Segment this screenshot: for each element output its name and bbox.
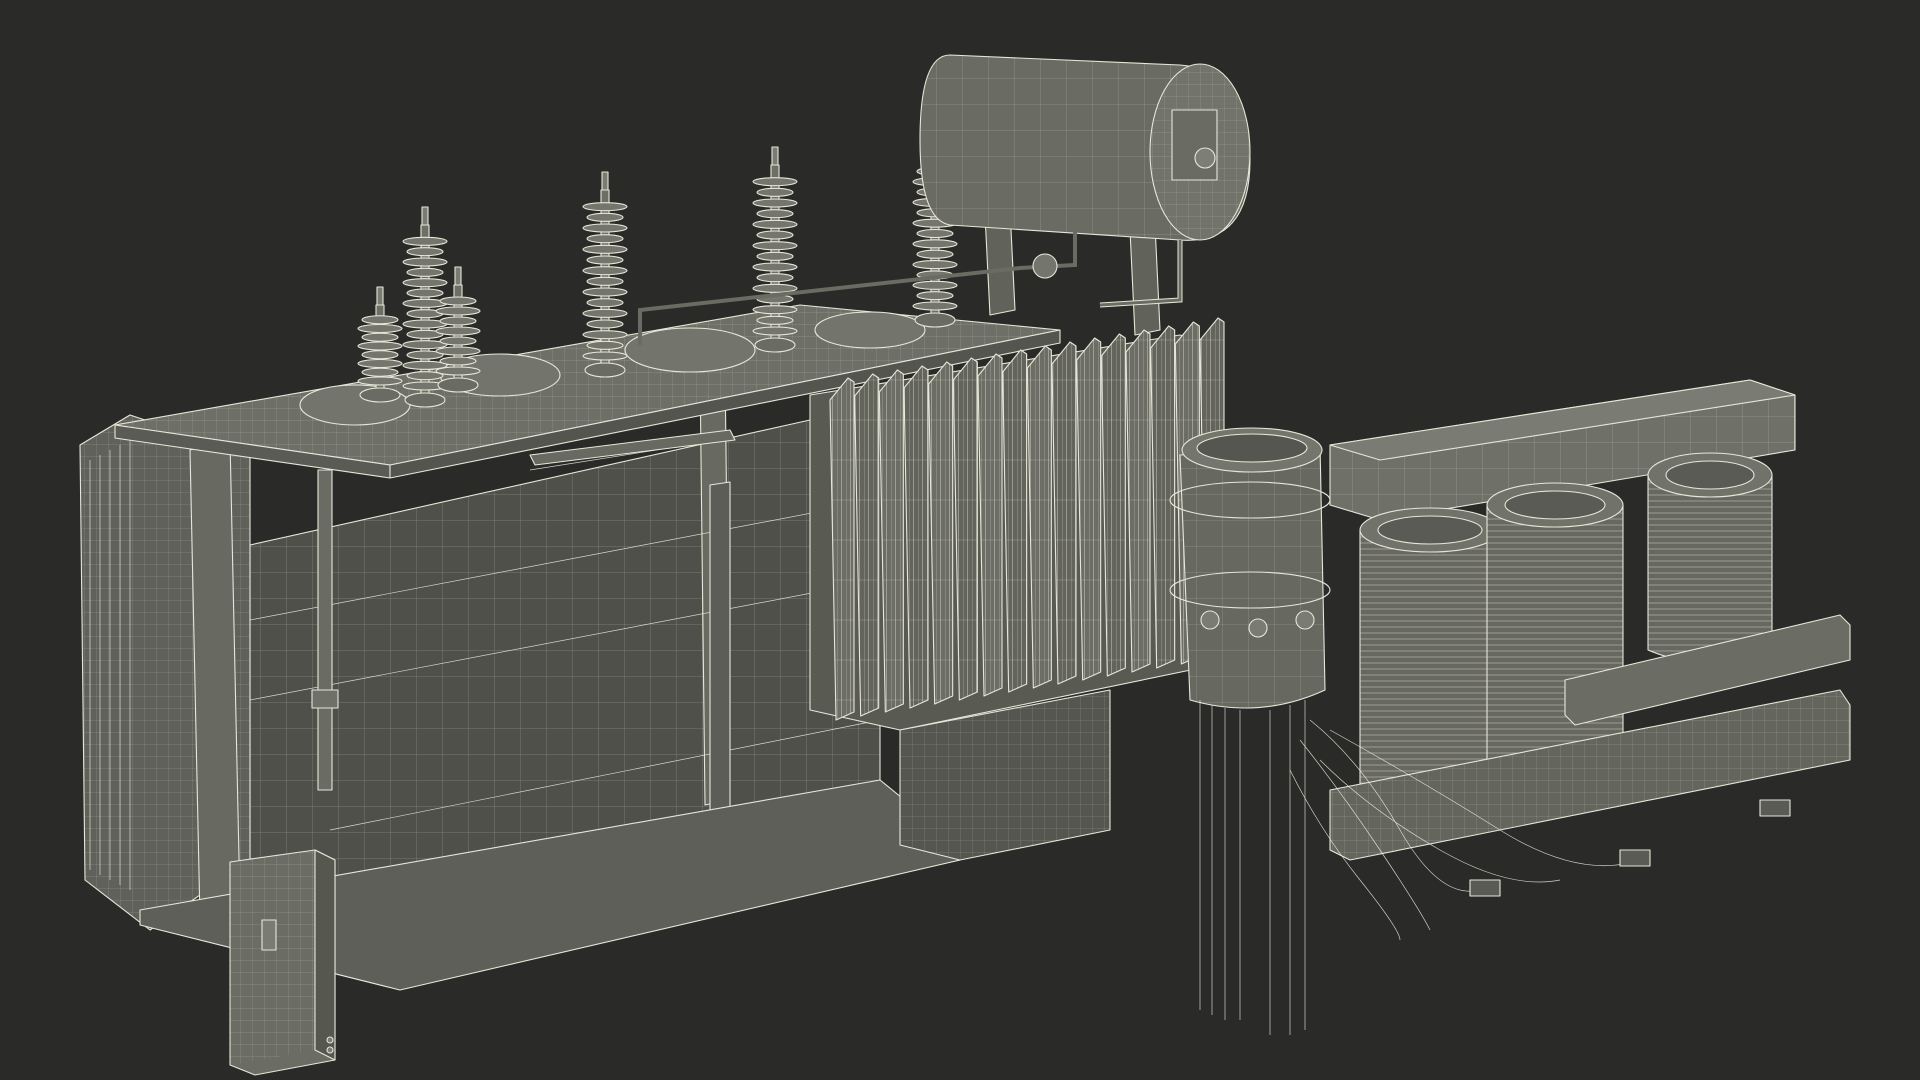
tap-port-1 [1200,610,1220,630]
bushing [435,266,481,393]
lid-turret-3 [624,327,756,373]
foot-2 [1619,849,1651,867]
tap-port-3 [1295,610,1315,630]
conservator-gauge [1194,147,1216,169]
foot-1 [1469,879,1501,897]
bushing [582,171,628,378]
bushing [402,206,448,408]
coil-winding [1486,482,1624,774]
conservator-tank [638,54,1251,345]
radiator-fins [829,317,1225,721]
control-cabinet [229,849,336,1076]
buchholz-relay [1032,253,1058,279]
coil-winding [1647,452,1773,664]
active-part [1169,379,1851,1035]
tap-port-2 [1248,618,1268,638]
tap-changer [1169,427,1331,1035]
inner-vertical-beam [709,481,731,836]
side-pipe [317,469,333,791]
bushing [752,146,798,353]
lid-turret-4 [814,311,926,349]
conservator-leg-right [1129,224,1161,336]
transformer-scene [79,54,1851,1076]
foot-3 [1759,799,1791,817]
